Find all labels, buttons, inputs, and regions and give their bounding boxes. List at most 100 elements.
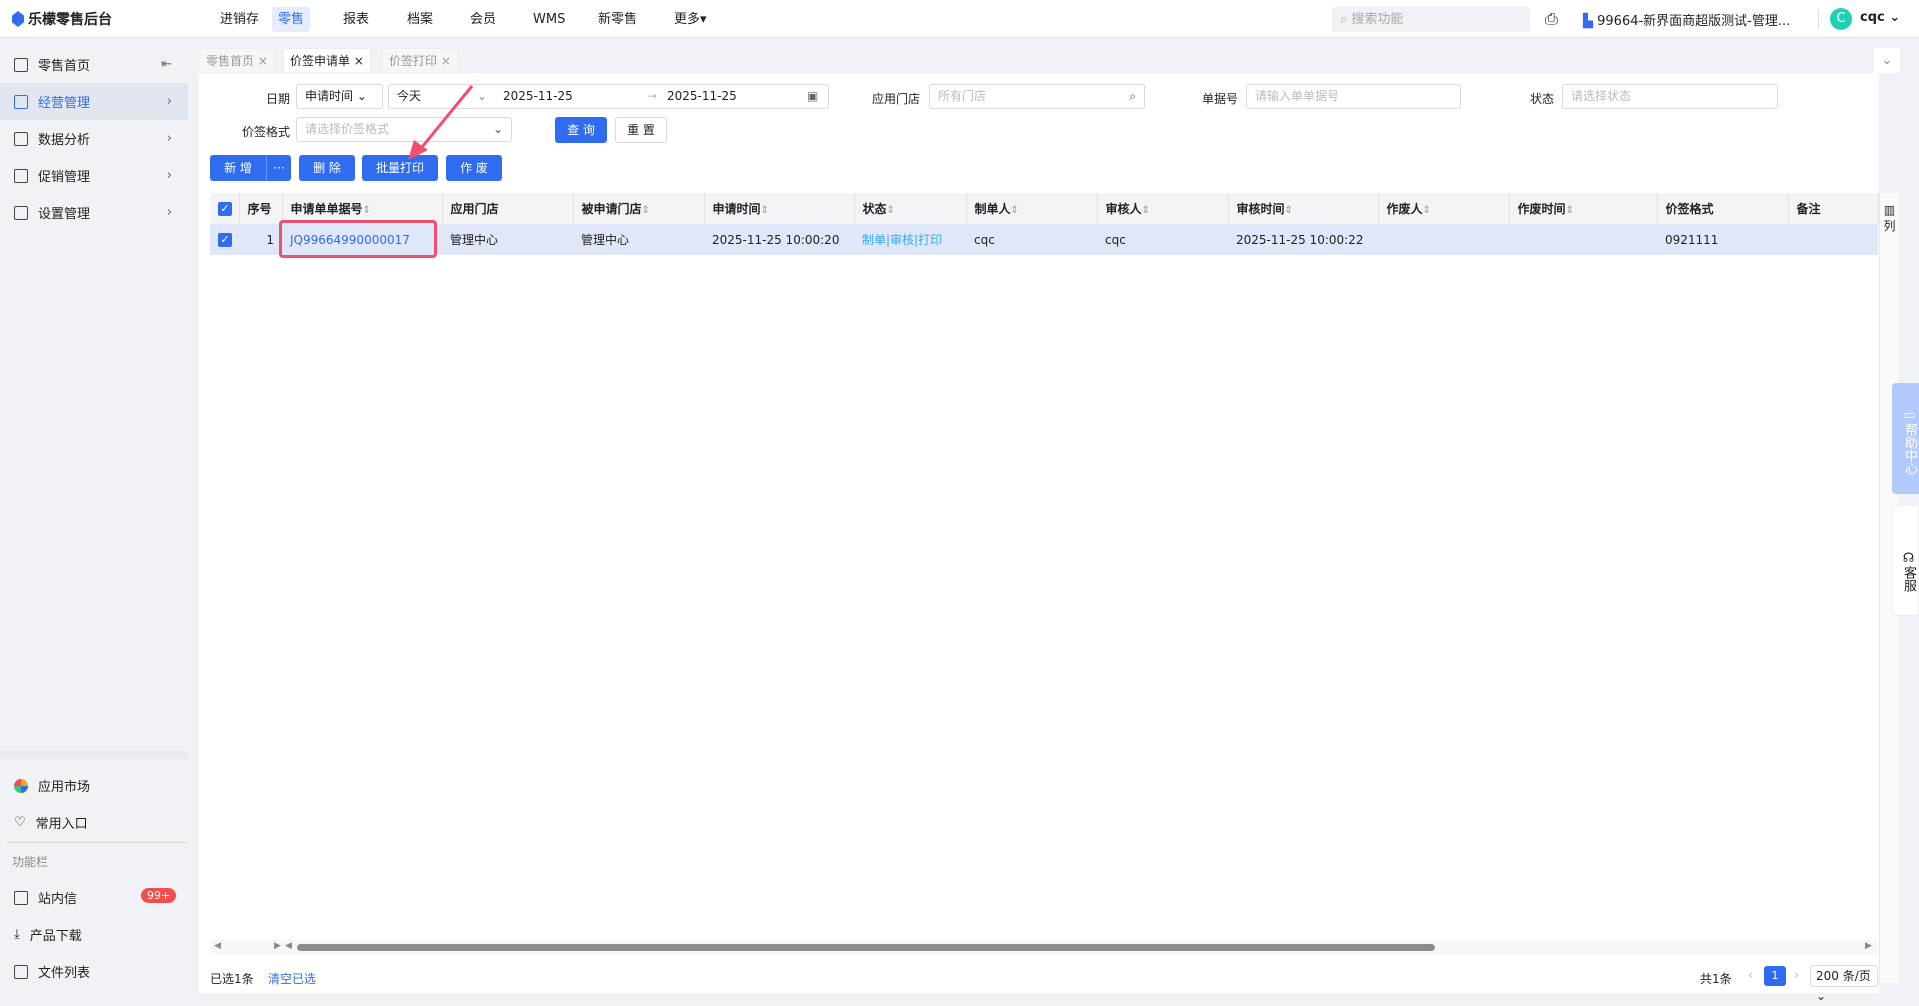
add-button[interactable]: 新 增	[210, 155, 266, 181]
sidebar-item-promo[interactable]: 促销管理 ›	[0, 157, 188, 194]
home-icon	[14, 57, 28, 72]
status-label: 状态	[1529, 92, 1554, 106]
select-all-checkbox[interactable]: ✓	[210, 193, 240, 224]
cell	[1509, 224, 1657, 255]
cell: 管理中心	[573, 224, 704, 255]
col-header[interactable]: 申请时间⇕	[704, 193, 855, 224]
sort-icon[interactable]: ⇕	[1566, 205, 1574, 216]
nav-item[interactable]: 进销存	[214, 7, 265, 32]
table-row[interactable]: ✓ 1 JQ99664990000017 管理中心 管理中心 2025-11-2…	[210, 224, 1878, 255]
col-header: 价签格式	[1657, 193, 1789, 224]
user-menu[interactable]: cqc ⌄	[1860, 10, 1900, 25]
next-page-button[interactable]: ›	[1794, 968, 1799, 983]
store-input[interactable]: 所有门店 ⌕	[929, 84, 1145, 109]
store-selector[interactable]: ▙ 99664-新界面商超版测试-管理...	[1583, 10, 1790, 29]
doc-no-label: 单据号	[1201, 92, 1238, 106]
scroll-left-icon[interactable]: ◀	[285, 941, 292, 951]
col-header[interactable]: 作废人⇕	[1378, 193, 1510, 224]
horizontal-scrollbar[interactable]: ◀ ▶ ◀ ▶	[210, 940, 1878, 954]
scroll-right-icon[interactable]: ▶	[274, 941, 281, 951]
clear-selection-link[interactable]: 清空已选	[268, 970, 316, 987]
sort-icon[interactable]: ⇕	[887, 205, 895, 216]
add-more-button[interactable]: ···	[266, 155, 291, 181]
row-checkbox[interactable]: ✓	[210, 224, 239, 255]
sort-icon[interactable]: ⇕	[1142, 205, 1150, 216]
cell: cqc	[966, 224, 1097, 255]
cell: cqc	[1097, 224, 1228, 255]
cell	[1788, 224, 1878, 255]
tab-price-tag-print[interactable]: 价签打印 ×	[382, 48, 458, 72]
divider	[1818, 10, 1819, 28]
sidebar-item-messages[interactable]: 站内信 99+	[0, 879, 188, 916]
unread-badge: 99+	[141, 888, 177, 903]
scroll-right-icon[interactable]: ▶	[1865, 941, 1872, 951]
sort-icon[interactable]: ⇕	[1011, 205, 1019, 216]
prev-page-button[interactable]: ‹	[1748, 968, 1753, 983]
scrollbar-thumb[interactable]	[297, 944, 1435, 951]
col-header[interactable]: 审核时间⇕	[1228, 193, 1379, 224]
tab-retail-home[interactable]: 零售首页 ×	[199, 48, 275, 72]
app-logo[interactable]: 乐檬零售后台	[12, 9, 112, 29]
tabs-overflow-chevron-icon[interactable]: ⌄	[1874, 48, 1900, 73]
nav-item-more[interactable]: 更多▾	[668, 7, 713, 32]
col-header[interactable]: 被申请门店⇕	[573, 193, 705, 224]
mail-icon	[14, 890, 28, 905]
sidebar-item-app-market[interactable]: 应用市场	[0, 767, 188, 804]
nav-item[interactable]: 档案	[401, 7, 439, 32]
chevron-right-icon: ›	[166, 168, 172, 183]
logo-icon	[12, 11, 24, 27]
collapse-icon[interactable]: ⇤	[161, 57, 172, 72]
sort-icon[interactable]: ⇕	[1285, 205, 1293, 216]
reset-button[interactable]: 重 置	[615, 117, 667, 143]
nav-item[interactable]: 报表	[337, 7, 375, 32]
col-header: 序号	[239, 193, 283, 224]
tab-price-tag-request[interactable]: 价签申请单 ×	[283, 48, 371, 72]
sidebar-item-home[interactable]: 零售首页 ⇤	[0, 46, 188, 83]
col-header[interactable]: 作废时间⇕	[1509, 193, 1658, 224]
col-header[interactable]: 制单人⇕	[966, 193, 1098, 224]
nav-item[interactable]: WMS	[527, 7, 571, 32]
nav-item[interactable]: 新零售	[592, 7, 643, 32]
sidebar-item-files[interactable]: 文件列表	[0, 953, 188, 990]
download-icon: ⤓	[14, 927, 20, 942]
status-select[interactable]: 请选择状态	[1562, 84, 1778, 109]
nav-item[interactable]: 会员	[464, 7, 502, 32]
sidebar-item-analysis[interactable]: 数据分析 ›	[0, 120, 188, 157]
query-button[interactable]: 查 询	[555, 117, 607, 143]
search-input[interactable]: ⌕ 搜索功能	[1332, 7, 1530, 32]
sidebar-item-favorites[interactable]: ♡ 常用入口	[0, 804, 188, 841]
avatar[interactable]: C	[1830, 8, 1852, 30]
doc-no-input[interactable]: 请输入单单据号	[1246, 84, 1461, 109]
annotation-arrow	[408, 85, 474, 160]
chevron-down-icon: ⌄	[356, 89, 367, 103]
search-icon: ⌕	[1340, 12, 1352, 27]
page-size-select[interactable]: 200 条/页 ⌄	[1810, 965, 1878, 1003]
sort-icon[interactable]: ⇕	[363, 205, 371, 216]
chevron-down-icon: ⌄	[1816, 989, 1827, 1003]
sidebar-item-business[interactable]: 经营管理 ›	[0, 83, 188, 120]
sort-icon[interactable]: ⇕	[642, 205, 650, 216]
col-header: 备注	[1788, 193, 1879, 224]
sidebar-item-download[interactable]: ⤓ 产品下载	[0, 916, 188, 953]
folder-icon	[14, 205, 28, 220]
printer-icon[interactable]: ⎙	[1545, 9, 1558, 29]
scroll-left-icon[interactable]: ◀	[214, 941, 221, 951]
nav-item-active[interactable]: 零售	[272, 7, 311, 32]
col-header[interactable]: 状态⇕	[854, 193, 967, 224]
help-center-button[interactable]: ▭帮助中心	[1892, 383, 1919, 494]
col-header: 应用门店	[442, 193, 574, 224]
page-1-button[interactable]: 1	[1764, 966, 1786, 986]
table-header: ✓ 序号 申请单单据号⇕ 应用门店 被申请门店⇕ 申请时间⇕ 状态⇕ 制单人⇕ …	[210, 193, 1879, 224]
customer-service-button[interactable]: ☊客服	[1892, 505, 1919, 616]
col-header[interactable]: 审核人⇕	[1097, 193, 1229, 224]
sort-icon[interactable]: ⇕	[761, 205, 769, 216]
sidebar-item-settings[interactable]: 设置管理 ›	[0, 194, 188, 231]
sort-icon[interactable]: ⇕	[1423, 205, 1431, 216]
delete-button[interactable]: 删 除	[299, 155, 355, 181]
headset-icon: ☊	[1901, 551, 1916, 566]
date-type-select[interactable]: 申请时间 ⌄	[296, 84, 383, 109]
date-from[interactable]: 2025-11-25	[503, 85, 573, 108]
date-to[interactable]: 2025-11-25	[667, 85, 737, 108]
chevron-right-icon: ›	[166, 205, 172, 220]
data-table: ✓ 序号 申请单单据号⇕ 应用门店 被申请门店⇕ 申请时间⇕ 状态⇕ 制单人⇕ …	[210, 193, 1879, 255]
